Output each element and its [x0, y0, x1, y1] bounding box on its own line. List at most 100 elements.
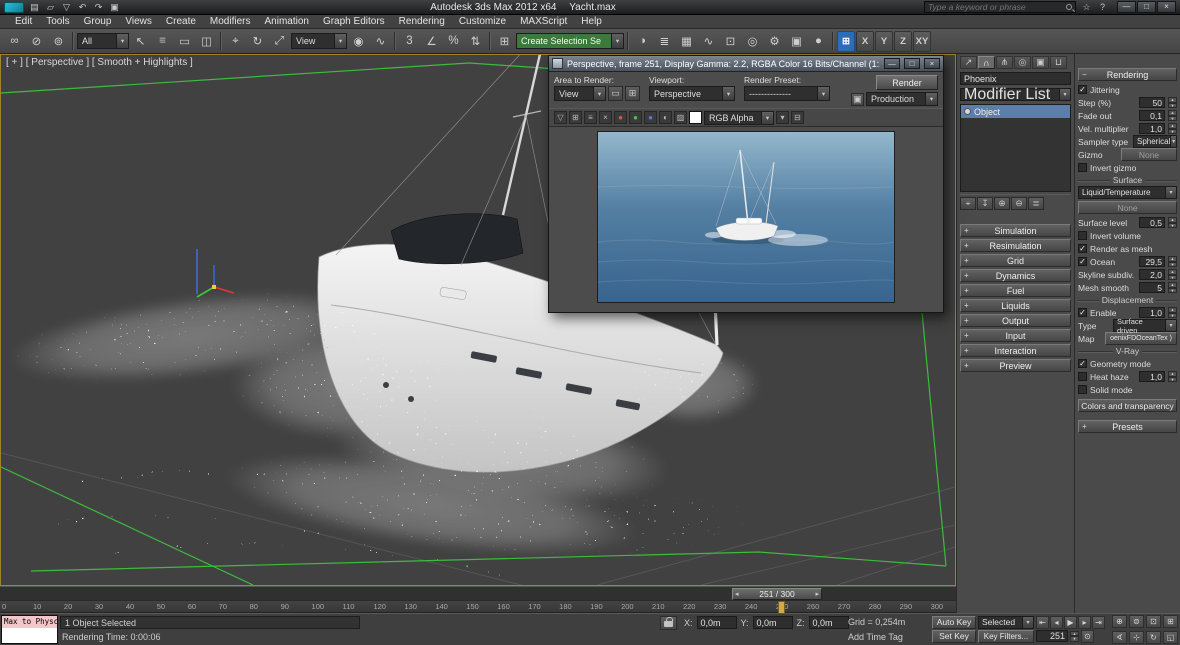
select-and-scale-icon[interactable]: ⤢ [269, 31, 290, 52]
stack-item-bulb-icon[interactable] [964, 108, 971, 115]
remove-modifier-icon[interactable]: ⊖ [1011, 197, 1027, 210]
zoom-extents-icon[interactable]: ⊡ [1146, 615, 1161, 628]
unlink-selection-icon[interactable]: ⊘ [26, 31, 47, 52]
render-mode-dropdown[interactable]: Production ▾ [866, 92, 938, 106]
heat-haze-spinner[interactable]: ▴▾ [1168, 371, 1177, 382]
chevron-down-icon[interactable]: ▾ [611, 34, 623, 48]
mesh-smooth-spinner[interactable]: ▴▾ [1168, 282, 1177, 293]
z-coordinate-field[interactable]: 0,0m [809, 616, 849, 629]
chevron-down-icon[interactable]: ▾ [1059, 89, 1070, 100]
menu-item[interactable]: MAXScript [513, 15, 574, 28]
close-window-icon[interactable]: × [1157, 1, 1176, 13]
orbit-icon[interactable]: ↻ [1146, 631, 1161, 644]
schematic-view-icon[interactable]: ⊡ [720, 31, 741, 52]
chevron-down-icon[interactable]: ▾ [334, 34, 346, 48]
undo-icon[interactable]: ↶ [75, 1, 90, 13]
hierarchy-tab-icon[interactable]: ⋔ [996, 56, 1013, 69]
edit-named-selection-sets-icon[interactable]: ⊞ [494, 31, 515, 52]
chevron-down-icon[interactable]: ▾ [722, 87, 734, 100]
rollout-header[interactable]: + Interaction [960, 344, 1071, 357]
motion-tab-icon[interactable]: ◎ [1014, 56, 1031, 69]
restore-window-icon[interactable]: □ [1137, 1, 1156, 13]
auto-region-icon[interactable]: ⊞ [625, 86, 640, 101]
menu-item[interactable]: Animation [257, 15, 315, 28]
viewport-dropdown[interactable]: Perspective ▾ [649, 86, 735, 101]
vel-multiplier-field[interactable]: 1,0 [1139, 123, 1165, 134]
time-slider-button[interactable]: ◂ 251 / 300 ▸ [732, 588, 822, 600]
previous-frame-icon[interactable]: ◂ [1050, 616, 1063, 629]
configure-modifier-sets-icon[interactable]: ≣ [1028, 197, 1044, 210]
favorites-icon[interactable]: ☆ [1079, 1, 1094, 13]
save-file-icon[interactable]: ▽ [59, 1, 74, 13]
restrict-y-button[interactable]: Y [875, 31, 893, 52]
named-selection-set-dropdown[interactable]: Create Selection Se ▾ [516, 33, 624, 49]
align-icon[interactable]: ≣ [654, 31, 675, 52]
key-filters-button[interactable]: Key Filters... [978, 630, 1034, 643]
restrict-z-button[interactable]: Z [894, 31, 912, 52]
rollout-header[interactable]: + Preview [960, 359, 1071, 372]
time-configuration-icon[interactable]: ⊙ [1081, 630, 1094, 643]
current-frame-spinner[interactable]: ▴▾ [1070, 631, 1079, 642]
rollout-header[interactable]: + Grid [960, 254, 1071, 267]
3ds-max-application-menu-logo[interactable] [4, 2, 24, 13]
maxscript-mini-listener[interactable]: Max to Physc [1, 615, 58, 644]
menu-item[interactable]: Views [118, 15, 159, 28]
zoom-all-icon[interactable]: ⊜ [1129, 615, 1144, 628]
render-production-icon[interactable]: ● [808, 31, 829, 52]
modifier-stack[interactable]: Object [960, 104, 1071, 192]
rollout-header[interactable]: + Fuel [960, 284, 1071, 297]
use-pivot-center-icon[interactable]: ◉ [348, 31, 369, 52]
save-image-icon[interactable]: ▽ [554, 111, 567, 124]
help-icon[interactable]: ? [1095, 1, 1110, 13]
viewport-label[interactable]: [ + ] [ Perspective ] [ Smooth + Highlig… [6, 57, 193, 68]
percent-snap-icon[interactable]: % [443, 31, 464, 52]
modify-tab-icon[interactable]: ∩ [978, 56, 995, 69]
rollout-header[interactable]: + Output [960, 314, 1071, 327]
zoom-icon[interactable]: ⊕ [1112, 615, 1127, 628]
displacement-type-dropdown[interactable]: Surface driven▾ [1113, 319, 1177, 332]
displacement-amount-spinner[interactable]: ▴▾ [1168, 307, 1177, 318]
rendered-frame-window-icon[interactable]: ▣ [786, 31, 807, 52]
current-frame-field[interactable]: 251 [1036, 630, 1068, 642]
clear-rendered-frame-icon[interactable]: × [599, 111, 612, 124]
background-color-swatch[interactable] [689, 111, 702, 124]
chevron-down-icon[interactable]: ▾ [761, 112, 773, 124]
menu-item[interactable]: Graph Editors [316, 15, 392, 28]
solid-mode-checkbox[interactable] [1078, 385, 1087, 394]
heat-haze-checkbox[interactable] [1078, 372, 1087, 381]
modifier-stack-item[interactable]: Object [961, 105, 1070, 118]
displacement-enable-checkbox[interactable]: ✓ [1078, 308, 1087, 317]
blue-channel-icon[interactable]: ● [644, 111, 657, 124]
render-setup-icon[interactable]: ⚙ [764, 31, 785, 52]
next-frame-arrow-icon[interactable]: ▸ [815, 590, 819, 598]
invert-volume-checkbox[interactable] [1078, 231, 1087, 240]
selection-lock-toggle[interactable] [660, 616, 677, 630]
skyline-subdiv-spinner[interactable]: ▴▾ [1168, 269, 1177, 280]
snap-toggle-icon[interactable]: 3 [399, 31, 420, 52]
restrict-x-button[interactable]: X [856, 31, 874, 52]
chevron-down-icon[interactable]: ▾ [1165, 187, 1176, 198]
render-button[interactable]: Render [876, 75, 938, 90]
auto-key-button[interactable]: Auto Key [932, 616, 976, 629]
ocean-field[interactable]: 29,5 [1139, 256, 1165, 267]
alpha-channel-icon[interactable]: ▨ [674, 111, 687, 124]
rollout-header[interactable]: + Liquids [960, 299, 1071, 312]
invert-gizmo-checkbox[interactable] [1078, 163, 1087, 172]
rollout-header[interactable]: + Resimulation [960, 239, 1071, 252]
zoom-extents-all-icon[interactable]: ⊞ [1163, 615, 1178, 628]
chevron-down-icon[interactable]: ▾ [817, 87, 829, 100]
chevron-down-icon[interactable]: ▾ [1170, 136, 1176, 147]
rendered-frame-window[interactable]: Perspective, frame 251, Display Gamma: 2… [548, 55, 944, 313]
make-unique-icon[interactable]: ⊕ [994, 197, 1010, 210]
print-image-icon[interactable]: ≡ [584, 111, 597, 124]
pan-icon[interactable]: ⊹ [1129, 631, 1144, 644]
create-tab-icon[interactable]: ↗ [960, 56, 977, 69]
bind-to-space-warp-icon[interactable]: ⊚ [48, 31, 69, 52]
clone-rendered-frame-icon[interactable]: ⊞ [569, 111, 582, 124]
title-bar[interactable]: ▤▱▽↶↷▣ Autodesk 3ds Max 2012 x64 Yacht.m… [0, 0, 1180, 15]
selection-filter-dropdown[interactable]: All ▾ [77, 33, 129, 49]
field-of-view-icon[interactable]: ∢ [1112, 631, 1127, 644]
rectangular-selection-region-icon[interactable]: ▭ [174, 31, 195, 52]
new-scene-icon[interactable]: ▤ [27, 1, 42, 13]
channel-display-dropdown[interactable]: RGB Alpha ▾ [704, 111, 774, 125]
